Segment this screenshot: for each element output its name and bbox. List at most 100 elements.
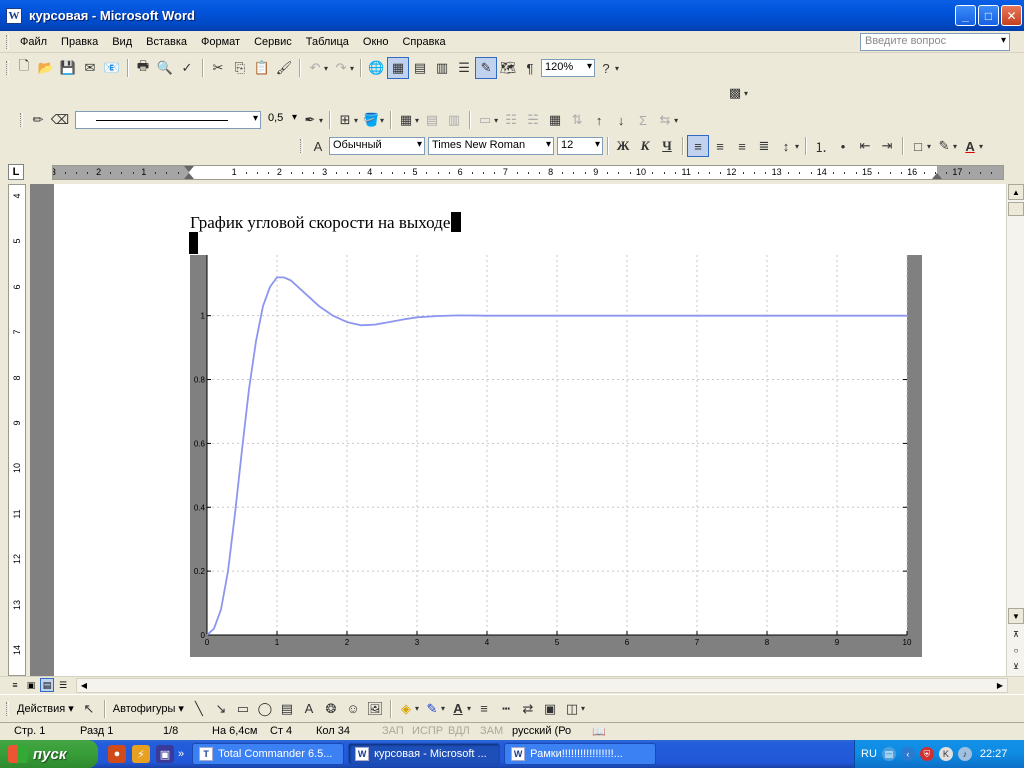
line-color-icon[interactable]: ✎	[421, 698, 443, 720]
title-bar[interactable]: W курсовая - Microsoft Word _ □ ✕	[0, 0, 1024, 31]
antivirus-icon[interactable]: ⛨	[919, 747, 934, 761]
highlight-icon[interactable]: ✎	[933, 135, 955, 157]
insert-table-icon[interactable]: ▤	[409, 57, 431, 79]
normal-view-icon[interactable]: ≡	[8, 678, 22, 692]
scroll-down-icon[interactable]: ▼	[1008, 608, 1024, 624]
justify-icon[interactable]: ≣	[753, 135, 775, 157]
pencil-icon[interactable]: ✏	[27, 109, 49, 131]
line-spacing-icon[interactable]: ↕	[775, 135, 797, 157]
insert-excel-icon[interactable]: ▥	[431, 57, 453, 79]
sort-descending-icon[interactable]: ↓	[610, 109, 632, 131]
scroll-left-icon[interactable]: ◀	[77, 679, 91, 692]
hanging-indent-marker[interactable]	[184, 173, 194, 179]
status-overtype[interactable]: ЗАМ	[480, 725, 503, 737]
wordart-icon[interactable]: A	[298, 698, 320, 720]
menu-view[interactable]: Вид	[105, 34, 139, 50]
align-left-icon[interactable]: ≡	[687, 135, 709, 157]
toolbar-grip[interactable]	[6, 61, 9, 75]
tray-back-icon[interactable]: ‹	[900, 747, 915, 761]
cut-icon[interactable]: ✂	[207, 57, 229, 79]
network-icon[interactable]: ▤	[881, 747, 896, 761]
outside-border-icon[interactable]: □	[907, 135, 929, 157]
align-center-icon[interactable]: ≡	[709, 135, 731, 157]
align-cell-icon[interactable]: ▭	[474, 109, 496, 131]
status-track[interactable]: ИСПР	[412, 725, 443, 737]
menu-window[interactable]: Окно	[356, 34, 396, 50]
tab-selector[interactable]: L	[8, 164, 24, 180]
volume-icon[interactable]: ♪	[957, 747, 972, 761]
italic-button[interactable]: К	[634, 135, 656, 157]
open-folder-icon[interactable]: 📂	[35, 57, 57, 79]
bold-button[interactable]: Ж	[612, 135, 634, 157]
save-icon[interactable]: 💾	[57, 57, 79, 79]
forms-icon[interactable]: ▩	[724, 82, 746, 104]
quicklaunch-disk-icon[interactable]: ▣	[156, 745, 174, 763]
diagram-icon[interactable]: ❂	[320, 698, 342, 720]
decrease-indent-icon[interactable]: ⇤	[854, 135, 876, 157]
undo-icon[interactable]: ↶	[304, 57, 326, 79]
copy-icon[interactable]: ⎘	[229, 57, 251, 79]
help-icon[interactable]: ?	[595, 57, 617, 79]
right-indent-marker[interactable]	[932, 173, 942, 179]
horizontal-scrollbar[interactable]: ◀ ▶	[76, 678, 1008, 693]
menu-table[interactable]: Таблица	[299, 34, 356, 50]
drawing-icon[interactable]: ✎	[475, 57, 498, 79]
font-color-icon[interactable]: A	[959, 135, 981, 157]
web-view-icon[interactable]: ▣	[24, 678, 38, 692]
hyperlink-icon[interactable]: 🌐	[365, 57, 387, 79]
menu-edit[interactable]: Правка	[54, 34, 105, 50]
minimize-button[interactable]: _	[955, 5, 976, 26]
word-icon[interactable]: W	[6, 7, 22, 24]
email-icon[interactable]: 📧	[101, 57, 123, 79]
menu-file[interactable]: Файл	[13, 34, 54, 50]
keyboard-icon[interactable]: K	[938, 747, 953, 761]
border-color-icon[interactable]: ✒	[299, 109, 321, 131]
split-cells-icon[interactable]: ▥	[443, 109, 465, 131]
horizontal-ruler[interactable]: 3211234567891011121314151617	[52, 165, 1004, 180]
scroll-up-icon[interactable]: ▲	[1008, 184, 1024, 200]
first-line-indent-marker[interactable]	[184, 166, 194, 172]
task-word-ramki[interactable]: W Рамки!!!!!!!!!!!!!!!!!...	[504, 743, 657, 765]
zoom-select[interactable]: 120%	[541, 59, 596, 77]
start-button[interactable]: пуск	[0, 740, 98, 768]
3d-icon[interactable]: ◫	[561, 698, 583, 720]
document-map-icon[interactable]: 🗺	[497, 57, 519, 79]
toolbar-grip[interactable]	[300, 139, 303, 153]
rectangle-icon[interactable]: ▭	[232, 698, 254, 720]
sort-ascending-icon[interactable]: ↑	[588, 109, 610, 131]
quicklaunch-app-icon[interactable]: ⚡	[132, 745, 150, 763]
draw-actions-menu[interactable]: Действия ▾	[13, 702, 78, 715]
bullets-icon[interactable]: •	[832, 135, 854, 157]
toolbar-grip[interactable]	[6, 701, 9, 716]
quicklaunch-more-icon[interactable]: »	[178, 748, 184, 760]
font-color-icon[interactable]: A	[447, 698, 469, 720]
border-icon[interactable]: ⊞	[334, 109, 356, 131]
status-rec[interactable]: ЗАП	[382, 725, 404, 737]
help-search-input[interactable]: Введите вопрос	[860, 33, 1010, 51]
previous-page-icon[interactable]: ⊼	[1008, 626, 1024, 642]
shading-icon[interactable]: 🪣	[360, 109, 382, 131]
chart-figure[interactable]: 0 1 2 3 4 5 6 7 8 9 10 0 0.2 0.4 0.6 0.8 1	[190, 255, 922, 657]
arrow-icon[interactable]: ↘	[210, 698, 232, 720]
task-total-commander[interactable]: T Total Commander 6.5...	[192, 743, 345, 765]
redo-icon[interactable]: ↷	[330, 57, 352, 79]
text-direction-icon[interactable]: ⇅	[566, 109, 588, 131]
next-page-icon[interactable]: ⊻	[1008, 658, 1024, 674]
table-properties-icon[interactable]: ⇆	[654, 109, 676, 131]
new-document-icon[interactable]: 🗋	[13, 57, 35, 79]
print-preview-icon[interactable]: 🔍	[154, 57, 176, 79]
columns-icon[interactable]: ☰	[453, 57, 475, 79]
permission-icon[interactable]: ✉	[79, 57, 101, 79]
increase-indent-icon[interactable]: ⇥	[876, 135, 898, 157]
numbering-icon[interactable]: ⒈	[810, 135, 832, 157]
toolbar-grip[interactable]	[20, 113, 23, 127]
show-formatting-icon[interactable]: ¶	[519, 57, 541, 79]
arrow-style-icon[interactable]: ⇄	[517, 698, 539, 720]
picture-icon[interactable]: 🖼	[364, 698, 386, 720]
vertical-ruler[interactable]: 4 5 6 7 8 9 10 11 12 13 14	[8, 184, 26, 676]
menu-insert[interactable]: Вставка	[139, 34, 194, 50]
styles-pane-icon[interactable]: A	[307, 135, 329, 157]
task-word-kursovaya[interactable]: Wкурсовая - Microsoft ...	[348, 743, 501, 765]
shadow-icon[interactable]: ▣	[539, 698, 561, 720]
eraser-icon[interactable]: ⌫	[49, 109, 71, 131]
